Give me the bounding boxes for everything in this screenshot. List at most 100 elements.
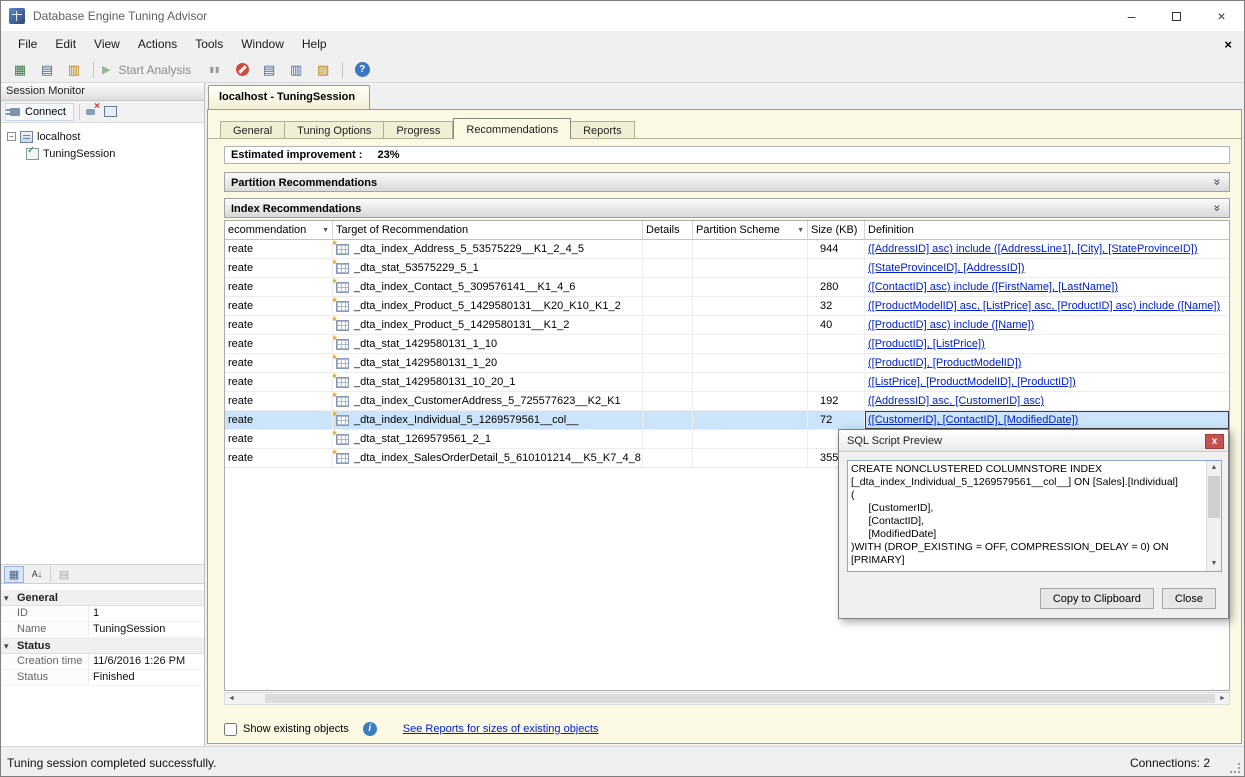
apply-recommendations-icon[interactable]: ▤ bbox=[258, 60, 280, 80]
document-area: localhost - TuningSession GeneralTuning … bbox=[205, 83, 1245, 746]
scrollbar-thumb[interactable] bbox=[265, 694, 1215, 703]
definition-link[interactable]: ([AddressID] asc) include ([AddressLine1… bbox=[868, 243, 1198, 255]
filter-dropdown-icon[interactable]: ▼ bbox=[797, 227, 804, 234]
see-reports-link[interactable]: See Reports for sizes of existing object… bbox=[403, 723, 599, 735]
header-definition[interactable]: Definition bbox=[865, 221, 1229, 239]
scroll-up-icon[interactable]: ▲ bbox=[1207, 461, 1221, 475]
header-details[interactable]: Details bbox=[643, 221, 693, 239]
dialog-close-icon[interactable]: x bbox=[1205, 434, 1224, 449]
script-scrollbar[interactable]: ▲ ▼ bbox=[1206, 461, 1221, 571]
property-row[interactable]: Status Finished bbox=[1, 670, 204, 686]
definition-link[interactable]: ([ProductID], [ListPrice]) bbox=[868, 338, 985, 350]
definition-link[interactable]: ([CustomerID], [ContactID], [ModifiedDat… bbox=[868, 414, 1078, 426]
target-name: _dta_index_Product_5_1429580131__K1_2 bbox=[354, 319, 569, 331]
server-icon bbox=[20, 131, 33, 143]
table-row[interactable]: reate _dta_stat_1429580131_10_20_1 ([Lis… bbox=[225, 373, 1229, 392]
scroll-down-icon[interactable]: ▼ bbox=[1207, 557, 1221, 571]
tab[interactable]: Tuning Options bbox=[285, 121, 384, 139]
table-row[interactable]: reate _dta_index_Contact_5_309576141__K1… bbox=[225, 278, 1229, 297]
header-partition-scheme[interactable]: Partition Scheme▼ bbox=[693, 221, 808, 239]
menu-item[interactable]: View bbox=[85, 33, 129, 55]
import-workload-icon[interactable]: ▥ bbox=[63, 60, 85, 80]
definition-link[interactable]: ([ProductID] asc) include ([Name]) bbox=[868, 319, 1034, 331]
stop-analysis-icon[interactable] bbox=[231, 60, 253, 80]
header-recommendation[interactable]: ecommendation▼ bbox=[225, 221, 333, 239]
scroll-right-icon[interactable]: ► bbox=[1216, 693, 1229, 704]
partition-scheme-cell bbox=[693, 316, 808, 334]
filter-dropdown-icon[interactable]: ▼ bbox=[322, 227, 329, 234]
maximize-icon[interactable] bbox=[1154, 1, 1199, 31]
property-row[interactable]: Creation time 11/6/2016 1:26 PM bbox=[1, 654, 204, 670]
sort-alphabetical-icon[interactable]: A↓ bbox=[27, 566, 47, 583]
definition-link[interactable]: ([ContactID] asc) include ([FirstName], … bbox=[868, 281, 1118, 293]
partition-recommendations-bar[interactable]: Partition Recommendations » bbox=[224, 172, 1230, 192]
table-row[interactable]: reate _dta_stat_1429580131_1_10 ([Produc… bbox=[225, 335, 1229, 354]
resize-grip[interactable] bbox=[1228, 761, 1241, 774]
definition-link[interactable]: ([ProductID], [ProductModelID]) bbox=[868, 357, 1021, 369]
definition-link[interactable]: ([ProductModelID] asc, [ListPrice] asc, … bbox=[868, 300, 1220, 312]
disconnect-icon[interactable] bbox=[85, 105, 99, 118]
table-row[interactable]: reate _dta_stat_1429580131_1_20 ([Produc… bbox=[225, 354, 1229, 373]
scrollbar-thumb[interactable] bbox=[1208, 476, 1220, 518]
property-row[interactable]: Name TuningSession bbox=[1, 622, 204, 638]
pause-analysis-icon[interactable]: ▮▮ bbox=[204, 60, 226, 80]
index-recommendations-bar[interactable]: Index Recommendations » bbox=[224, 198, 1230, 218]
partition-scheme-cell bbox=[693, 240, 808, 258]
table-row[interactable]: reate _dta_stat_53575229_5_1 ([StateProv… bbox=[225, 259, 1229, 278]
preview-script-icon[interactable]: ▥ bbox=[285, 60, 307, 80]
help-icon[interactable]: ? bbox=[351, 60, 373, 80]
header-size[interactable]: Size (KB) bbox=[808, 221, 865, 239]
menu-item[interactable]: Edit bbox=[46, 33, 85, 55]
properties-grid: General ID 1 Name TuningSession Status C… bbox=[1, 584, 204, 746]
new-session-icon[interactable]: ▦ bbox=[9, 60, 31, 80]
scroll-left-icon[interactable]: ◄ bbox=[225, 693, 238, 704]
tab[interactable]: Progress bbox=[384, 121, 453, 139]
close-icon[interactable]: × bbox=[1199, 1, 1244, 31]
details-cell bbox=[643, 278, 693, 296]
sql-script-text: CREATE NONCLUSTERED COLUMNSTORE INDEX [_… bbox=[851, 463, 1203, 569]
property-group-general[interactable]: General bbox=[1, 590, 204, 606]
tree-node-tuningsession[interactable]: TuningSession bbox=[1, 145, 204, 162]
tree-node-localhost[interactable]: − localhost bbox=[1, 128, 204, 145]
minimize-icon[interactable]: – bbox=[1109, 1, 1154, 31]
collapse-icon[interactable]: − bbox=[7, 132, 16, 141]
definition-cell: ([AddressID] asc) include ([AddressLine1… bbox=[865, 240, 1229, 258]
menu-item[interactable]: Actions bbox=[129, 33, 186, 55]
table-row[interactable]: reate _dta_index_Product_5_1429580131__K… bbox=[225, 297, 1229, 316]
sql-script-box[interactable]: CREATE NONCLUSTERED COLUMNSTORE INDEX [_… bbox=[847, 460, 1222, 572]
property-row[interactable]: ID 1 bbox=[1, 606, 204, 622]
definition-link[interactable]: ([StateProvinceID], [AddressID]) bbox=[868, 262, 1025, 274]
start-analysis-icon[interactable]: ▶ bbox=[102, 63, 110, 76]
menu-item[interactable]: Help bbox=[293, 33, 336, 55]
dialog-close-button[interactable]: Close bbox=[1162, 588, 1216, 609]
document-tab[interactable]: localhost - TuningSession bbox=[208, 85, 370, 109]
menu-item[interactable]: File bbox=[9, 33, 46, 55]
show-existing-objects-checkbox[interactable] bbox=[224, 723, 237, 736]
categorized-icon[interactable]: ▦ bbox=[4, 566, 24, 583]
header-target[interactable]: Target of Recommendation bbox=[333, 221, 643, 239]
copy-to-clipboard-button[interactable]: Copy to Clipboard bbox=[1040, 588, 1154, 609]
table-row[interactable]: reate _dta_index_Individual_5_1269579561… bbox=[225, 411, 1229, 430]
chevron-expand-icon[interactable]: » bbox=[1211, 179, 1225, 186]
definition-link[interactable]: ([ListPrice], [ProductModelID], [Product… bbox=[868, 376, 1076, 388]
open-session-icon[interactable]: ▤ bbox=[36, 60, 58, 80]
connect-button[interactable]: Connect bbox=[5, 103, 74, 121]
menu-item[interactable]: Window bbox=[232, 33, 293, 55]
start-analysis-button[interactable]: Start Analysis bbox=[118, 63, 191, 77]
menu-item[interactable]: Tools bbox=[186, 33, 232, 55]
table-row[interactable]: reate _dta_index_CustomerAddress_5_72557… bbox=[225, 392, 1229, 411]
monitor-options-icon[interactable] bbox=[104, 106, 117, 117]
table-row[interactable]: reate _dta_index_Address_5_53575229__K1_… bbox=[225, 240, 1229, 259]
stop-glyph bbox=[236, 63, 249, 76]
tab[interactable]: Reports bbox=[571, 121, 635, 139]
horizontal-scrollbar[interactable]: ◄ ► bbox=[224, 692, 1230, 705]
export-results-icon[interactable]: ▨ bbox=[312, 60, 334, 80]
property-group-status[interactable]: Status bbox=[1, 638, 204, 654]
tab[interactable]: Recommendations bbox=[453, 118, 571, 139]
close-document-icon[interactable]: × bbox=[1224, 37, 1232, 52]
definition-link[interactable]: ([AddressID] asc, [CustomerID] asc) bbox=[868, 395, 1044, 407]
tab[interactable]: General bbox=[220, 121, 285, 139]
chevron-expand-icon[interactable]: » bbox=[1211, 205, 1225, 212]
table-row[interactable]: reate _dta_index_Product_5_1429580131__K… bbox=[225, 316, 1229, 335]
dialog-title-bar[interactable]: SQL Script Preview x bbox=[839, 430, 1228, 452]
